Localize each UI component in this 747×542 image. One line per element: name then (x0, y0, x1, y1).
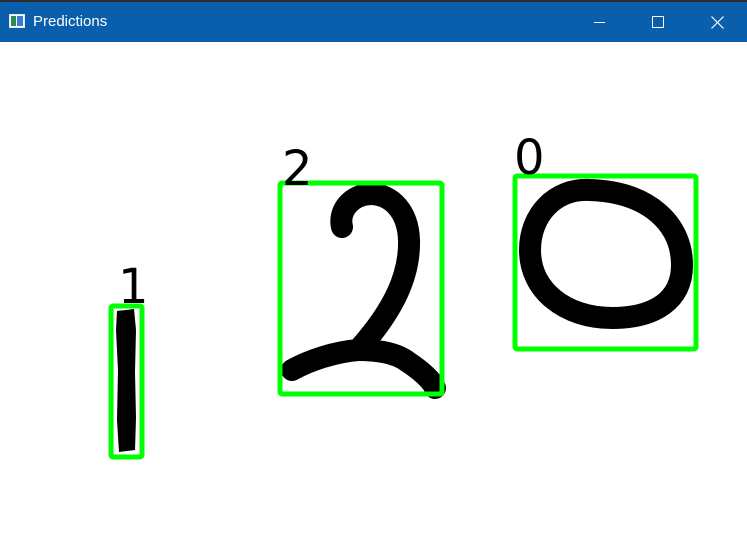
maximize-icon (652, 16, 664, 28)
close-button[interactable] (688, 2, 746, 42)
minimize-icon (594, 22, 605, 23)
prediction-label-2: 2 (282, 141, 313, 197)
prediction-label-0: 0 (514, 130, 545, 186)
prediction-label-1: 1 (118, 259, 149, 315)
close-icon (710, 15, 724, 29)
prediction-canvas: 1 2 0 (0, 42, 747, 542)
minimize-button[interactable] (571, 2, 629, 42)
app-window-icon (9, 14, 25, 28)
title-bar[interactable]: Predictions (0, 0, 747, 42)
maximize-button[interactable] (629, 2, 687, 42)
predictions-window: Predictions 1 2 0 (0, 0, 747, 542)
window-title: Predictions (33, 13, 108, 30)
canvas-background (0, 42, 747, 542)
handwritten-digit-1 (116, 309, 136, 452)
